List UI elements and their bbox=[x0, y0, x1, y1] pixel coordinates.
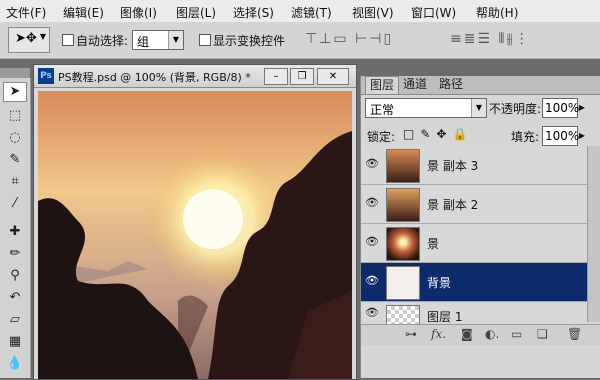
layer-thumbnail bbox=[386, 227, 420, 261]
eyedropper-tool-icon[interactable]: ⁄ bbox=[3, 194, 27, 214]
fill-arrow-icon[interactable]: ▸ bbox=[579, 128, 585, 142]
tool-preset-picker[interactable]: ➤✥ ▼ bbox=[8, 27, 50, 53]
history-brush-tool-icon[interactable]: ↶ bbox=[3, 288, 27, 308]
layers-scrollbar[interactable] bbox=[587, 146, 600, 322]
tab-layers[interactable]: 图层 bbox=[365, 76, 400, 94]
eye-icon[interactable]: 👁 bbox=[364, 273, 380, 289]
move-tool-icon[interactable]: ➤ bbox=[3, 82, 27, 102]
distribute-icons[interactable]: ≡≣☰ ⫴⫵⋮ bbox=[450, 31, 531, 47]
auto-select-value: 组 bbox=[137, 35, 150, 49]
menu-edit[interactable]: 编辑(E) bbox=[63, 4, 104, 21]
document-window: Ps PS教程.psd @ 100% (背景, RGB/8) * – ❐ ✕ bbox=[33, 64, 357, 380]
brush-tool-icon[interactable]: ✏ bbox=[3, 244, 27, 264]
menu-image[interactable]: 图像(I) bbox=[120, 4, 157, 21]
auto-select-checkbox[interactable] bbox=[62, 34, 74, 46]
eye-icon[interactable]: 👁 bbox=[364, 195, 380, 211]
layer-name: 背景 bbox=[427, 276, 452, 290]
minimize-button[interactable]: – bbox=[264, 68, 288, 85]
eye-icon[interactable]: 👁 bbox=[364, 156, 380, 172]
gradient-tool-icon[interactable]: ▦ bbox=[3, 332, 27, 352]
chevron-down-icon: ▼ bbox=[39, 32, 46, 41]
menu-view[interactable]: 视图(V) bbox=[352, 4, 394, 21]
canvas-image[interactable] bbox=[38, 91, 352, 379]
fill-label: 填充: bbox=[511, 130, 540, 144]
show-transform-label: 显示变换控件 bbox=[213, 34, 286, 48]
trash-icon[interactable]: 🗑 bbox=[567, 327, 582, 341]
blend-mode-dropdown[interactable]: 正常 ▼ bbox=[365, 98, 487, 118]
adjustment-icon[interactable]: ◐. bbox=[485, 327, 499, 341]
toolbox-header[interactable] bbox=[0, 68, 30, 78]
photoshop-logo-icon: Ps bbox=[38, 68, 54, 84]
layer-thumbnail bbox=[386, 266, 420, 300]
layers-panel: 图层 通道 路径 正常 ▼ 不透明度: 100% ▸ 锁定: □✎✥🔒 填充: … bbox=[360, 76, 600, 378]
layer-name: 景 副本 2 bbox=[427, 198, 479, 212]
eye-icon[interactable]: 👁 bbox=[364, 234, 380, 250]
menu-window[interactable]: 窗口(W) bbox=[411, 4, 456, 21]
menu-filter[interactable]: 滤镜(T) bbox=[291, 4, 332, 21]
move-tool-icon: ➤✥ bbox=[15, 31, 37, 46]
opacity-field[interactable]: 100% bbox=[542, 98, 580, 118]
eye-icon[interactable]: 👁 bbox=[364, 305, 380, 321]
show-transform-checkbox[interactable] bbox=[199, 34, 211, 46]
close-button[interactable]: ✕ bbox=[317, 68, 349, 85]
mask-icon[interactable]: ◙ bbox=[461, 327, 473, 341]
fill-value: 100% bbox=[545, 129, 580, 143]
blur-tool-icon[interactable]: 💧 bbox=[3, 354, 27, 374]
document-title-bar[interactable]: Ps PS教程.psd @ 100% (背景, RGB/8) * – ❐ ✕ bbox=[34, 65, 356, 88]
crop-tool-icon[interactable]: ⌗ bbox=[3, 172, 27, 192]
layer-row[interactable]: 👁 景 副本 2 bbox=[361, 185, 600, 224]
eraser-tool-icon[interactable]: ▱ bbox=[3, 310, 27, 330]
document-title: PS教程.psd @ 100% (背景, RGB/8) * bbox=[58, 71, 251, 84]
layer-name: 景 副本 3 bbox=[427, 159, 479, 173]
blend-mode-value: 正常 bbox=[370, 103, 395, 117]
menu-bar: 文件(F) 编辑(E) 图像(I) 图层(L) 选择(S) 滤镜(T) 视图(V… bbox=[0, 0, 600, 23]
auto-select-label: 自动选择: bbox=[76, 34, 129, 48]
auto-select-dropdown[interactable]: 组 ▼ bbox=[132, 30, 184, 50]
restore-button[interactable]: ❐ bbox=[290, 68, 314, 85]
group-icon[interactable]: ▭ bbox=[511, 327, 522, 341]
layer-thumbnail bbox=[386, 305, 420, 324]
panel-tabs: 图层 通道 路径 bbox=[361, 76, 600, 95]
layer-thumbnail bbox=[386, 149, 420, 183]
options-bar: ➤✥ ▼ 自动选择: 组 ▼ 显示变换控件 ⊤⊥▭ ⊢⊣▯ ≡≣☰ ⫴⫵⋮ bbox=[0, 22, 600, 59]
new-layer-icon[interactable]: ❏ bbox=[537, 327, 548, 341]
menu-help[interactable]: 帮助(H) bbox=[476, 4, 518, 21]
menu-layer[interactable]: 图层(L) bbox=[176, 4, 216, 21]
chevron-down-icon: ▼ bbox=[471, 99, 486, 117]
lasso-tool-icon[interactable]: ◌ bbox=[3, 128, 27, 148]
healing-brush-tool-icon[interactable]: ✚ bbox=[3, 222, 27, 242]
layer-row-selected[interactable]: 👁 背景 bbox=[361, 263, 600, 302]
layer-row[interactable]: 👁 图层 1 bbox=[361, 302, 600, 325]
fx-icon[interactable]: fx. bbox=[431, 327, 446, 341]
sunset-photo bbox=[38, 91, 352, 379]
quick-select-tool-icon[interactable]: ✎ bbox=[3, 150, 27, 170]
layer-row[interactable]: 👁 景 副本 3 bbox=[361, 146, 600, 185]
menu-file[interactable]: 文件(F) bbox=[6, 4, 46, 21]
lock-icons[interactable]: □✎✥🔒 bbox=[403, 127, 473, 141]
clone-stamp-tool-icon[interactable]: ⚲ bbox=[3, 266, 27, 286]
fill-field[interactable]: 100% bbox=[542, 126, 580, 146]
layer-name: 景 bbox=[427, 237, 440, 251]
toolbox: ➤ ⬚ ◌ ✎ ⌗ ⁄ ✚ ✏ ⚲ ↶ ▱ ▦ 💧 bbox=[0, 78, 31, 378]
link-icon[interactable]: ⊶ bbox=[405, 327, 417, 341]
lock-label: 锁定: bbox=[367, 130, 396, 144]
opacity-arrow-icon[interactable]: ▸ bbox=[579, 100, 585, 114]
align-icons[interactable]: ⊤⊥▭ ⊢⊣▯ bbox=[305, 31, 393, 47]
menu-select[interactable]: 选择(S) bbox=[233, 4, 274, 21]
layer-thumbnail bbox=[386, 188, 420, 222]
opacity-label: 不透明度: bbox=[489, 102, 542, 116]
tab-paths[interactable]: 路径 bbox=[435, 76, 467, 93]
marquee-tool-icon[interactable]: ⬚ bbox=[3, 106, 27, 126]
opacity-value: 100% bbox=[545, 101, 580, 115]
layer-row[interactable]: 👁 景 bbox=[361, 224, 600, 263]
tab-channels[interactable]: 通道 bbox=[399, 76, 431, 93]
chevron-down-icon: ▼ bbox=[168, 31, 183, 49]
layers-footer: ⊶ fx. ◙ ◐. ▭ ❏ 🗑 bbox=[361, 324, 600, 345]
layer-name: 图层 1 bbox=[427, 310, 463, 324]
